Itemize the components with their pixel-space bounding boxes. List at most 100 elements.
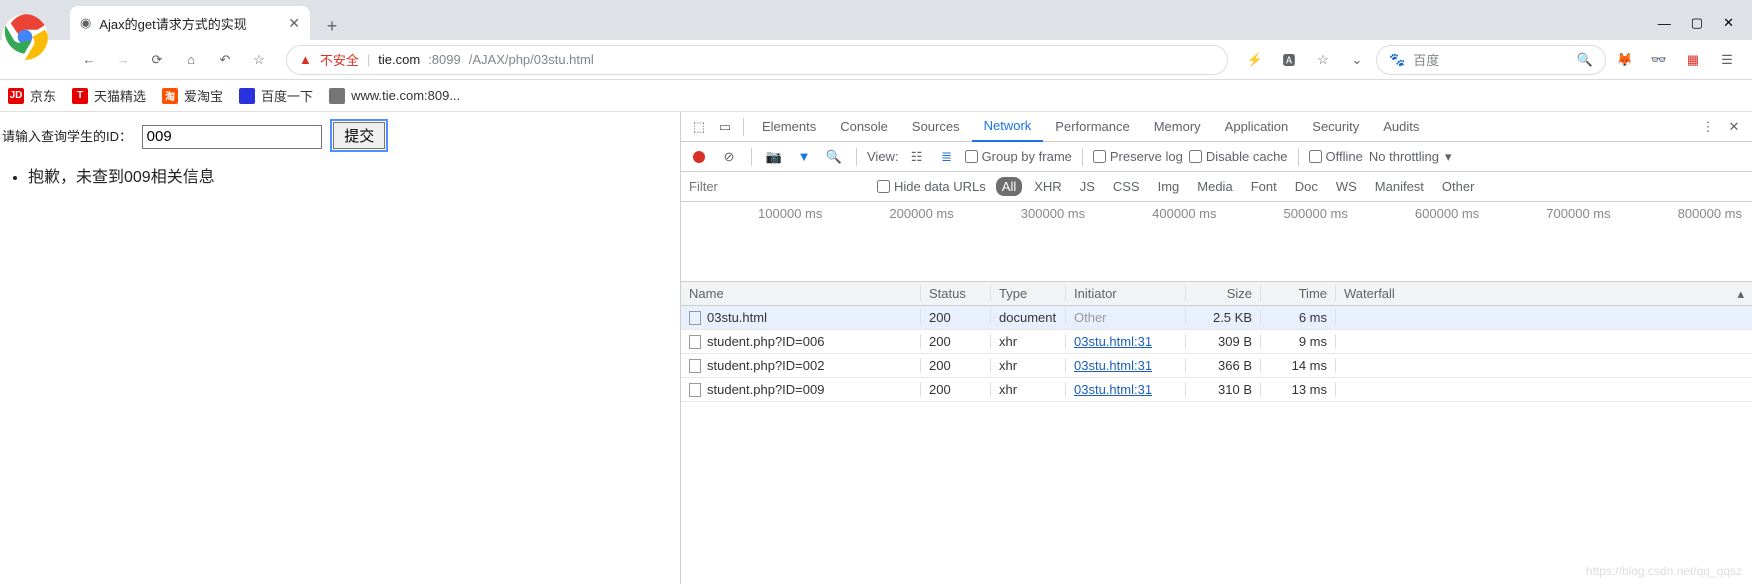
translate-icon[interactable]: 🅰 <box>1274 45 1304 75</box>
devtools-tab-sources[interactable]: Sources <box>900 112 972 142</box>
filter-type-ws[interactable]: WS <box>1330 177 1363 196</box>
filter-type-media[interactable]: Media <box>1191 177 1238 196</box>
camera-icon[interactable]: 📷 <box>762 145 786 169</box>
filter-type-css[interactable]: CSS <box>1107 177 1146 196</box>
table-row[interactable]: 03stu.html200documentOther2.5 KB6 ms <box>681 306 1752 330</box>
submit-button[interactable]: 提交 <box>333 122 385 149</box>
view-frame-icon[interactable]: ≣ <box>935 145 959 169</box>
table-row[interactable]: student.php?ID=009200xhr03stu.html:31310… <box>681 378 1752 402</box>
record-button[interactable] <box>687 145 711 169</box>
initiator-link[interactable]: 03stu.html:31 <box>1074 334 1152 349</box>
col-time[interactable]: Time <box>1261 286 1336 301</box>
request-name: student.php?ID=002 <box>707 358 824 373</box>
filter-input[interactable] <box>687 177 867 196</box>
search-icon[interactable]: 🔍 <box>1577 52 1593 68</box>
col-size[interactable]: Size <box>1186 286 1261 301</box>
bookmark-item[interactable]: 百度一下 <box>239 86 313 105</box>
globe-icon: ◉ <box>80 15 91 31</box>
size-cell: 2.5 KB <box>1186 310 1261 325</box>
throttling-select[interactable]: No throttling <box>1369 149 1439 164</box>
inspect-icon[interactable]: ⬚ <box>687 115 711 139</box>
preserve-log-checkbox[interactable]: Preserve log <box>1093 149 1183 164</box>
group-by-frame-checkbox[interactable]: Group by frame <box>965 149 1072 164</box>
filter-type-font[interactable]: Font <box>1245 177 1283 196</box>
filter-toggle-icon[interactable]: ▼ <box>792 145 816 169</box>
devtools-tab-performance[interactable]: Performance <box>1043 112 1141 142</box>
ext-icon-3[interactable]: ▦ <box>1678 52 1708 68</box>
filter-type-img[interactable]: Img <box>1152 177 1186 196</box>
sort-arrow-icon: ▴ <box>1737 286 1744 302</box>
bookmark-item[interactable]: T天猫精选 <box>72 86 146 105</box>
maximize-button[interactable]: ▢ <box>1691 15 1703 31</box>
col-type[interactable]: Type <box>991 286 1066 301</box>
chevron-down-icon[interactable]: ⌄ <box>1342 45 1372 75</box>
devtools-tab-console[interactable]: Console <box>828 112 900 142</box>
initiator-link[interactable]: 03stu.html:31 <box>1074 358 1152 373</box>
throttle-chevron-icon[interactable]: ▾ <box>1445 149 1452 165</box>
filter-type-js[interactable]: JS <box>1074 177 1101 196</box>
new-tab-button[interactable]: + <box>318 12 346 40</box>
devtools-tab-application[interactable]: Application <box>1213 112 1301 142</box>
result-message: 抱歉，未查到009相关信息 <box>28 163 680 187</box>
table-header: Name Status Type Initiator Size Time Wat… <box>681 282 1752 306</box>
bookmark-icon: JD <box>8 88 24 104</box>
forward-button[interactable]: → <box>108 45 138 75</box>
url-input[interactable]: ▲ 不安全 | tie.com:8099/AJAX/php/03stu.html <box>286 45 1228 75</box>
devtools-tab-memory[interactable]: Memory <box>1142 112 1213 142</box>
undo-nav-button[interactable]: ↶ <box>210 45 240 75</box>
search-icon[interactable]: 🔍 <box>822 145 846 169</box>
devtools-tab-security[interactable]: Security <box>1300 112 1371 142</box>
bookmark-label: 京东 <box>30 86 56 105</box>
filter-type-xhr[interactable]: XHR <box>1028 177 1067 196</box>
clear-button[interactable]: ⊘ <box>717 145 741 169</box>
filter-type-manifest[interactable]: Manifest <box>1369 177 1430 196</box>
view-list-icon[interactable]: ☷ <box>905 145 929 169</box>
back-button[interactable]: ← <box>74 45 104 75</box>
col-waterfall[interactable]: Waterfall▴ <box>1336 286 1752 301</box>
security-warning-icon: ▲ <box>299 52 312 67</box>
home-button[interactable]: ⌂ <box>176 45 206 75</box>
devtools-close-icon[interactable]: ✕ <box>1722 115 1746 139</box>
filter-type-all[interactable]: All <box>996 177 1022 196</box>
col-name[interactable]: Name <box>681 286 921 301</box>
bookmark-label: www.tie.com:809... <box>351 88 460 103</box>
close-window-button[interactable]: ✕ <box>1723 15 1734 31</box>
network-toolbar: ⊘ 📷 ▼ 🔍 View: ☷ ≣ Group by frame Preserv… <box>681 142 1752 172</box>
reload-button[interactable]: ⟳ <box>142 45 172 75</box>
table-row[interactable]: student.php?ID=002200xhr03stu.html:31366… <box>681 354 1752 378</box>
bookmark-star-icon[interactable]: ☆ <box>244 45 274 75</box>
initiator-text: Other <box>1074 310 1107 325</box>
devtools-tab-elements[interactable]: Elements <box>750 112 828 142</box>
col-status[interactable]: Status <box>921 286 991 301</box>
devtools-more-icon[interactable]: ⋮ <box>1696 115 1720 139</box>
filter-type-other[interactable]: Other <box>1436 177 1481 196</box>
col-initiator[interactable]: Initiator <box>1066 286 1186 301</box>
disable-cache-checkbox[interactable]: Disable cache <box>1189 149 1288 164</box>
minimize-button[interactable]: — <box>1658 16 1671 31</box>
ext-icon-2[interactable]: 👓 <box>1644 52 1674 68</box>
window-controls: — ▢ ✕ <box>1640 6 1752 40</box>
bookmark-item[interactable]: JD 京东 <box>8 86 56 105</box>
devtools-panel: ⬚ ▭ ElementsConsoleSourcesNetworkPerform… <box>680 112 1752 584</box>
table-row[interactable]: student.php?ID=006200xhr03stu.html:31309… <box>681 330 1752 354</box>
star-icon[interactable]: ☆ <box>1308 45 1338 75</box>
flash-icon[interactable]: ⚡ <box>1240 45 1270 75</box>
hide-data-urls-checkbox[interactable]: Hide data URLs <box>877 179 986 194</box>
filter-type-doc[interactable]: Doc <box>1289 177 1324 196</box>
timeline-tick: 700000 ms <box>1479 206 1610 221</box>
menu-icon[interactable]: ☰ <box>1712 52 1742 68</box>
ext-icon-1[interactable]: 🦊 <box>1610 52 1640 68</box>
search-engine-box[interactable]: 🐾 百度 🔍 <box>1376 45 1606 75</box>
tab-close-icon[interactable]: ✕ <box>288 15 300 32</box>
bookmark-item[interactable]: 淘爱淘宝 <box>162 86 223 105</box>
offline-checkbox[interactable]: Offline <box>1309 149 1363 164</box>
devtools-tab-network[interactable]: Network <box>972 112 1044 142</box>
student-id-input[interactable] <box>142 125 322 149</box>
network-timeline[interactable]: 100000 ms200000 ms300000 ms400000 ms5000… <box>681 202 1752 282</box>
devtools-tab-audits[interactable]: Audits <box>1371 112 1431 142</box>
browser-tab[interactable]: ◉ Ajax的get请求方式的实现 ✕ <box>70 6 310 40</box>
initiator-link[interactable]: 03stu.html:31 <box>1074 382 1152 397</box>
file-icon <box>689 335 701 349</box>
bookmark-item[interactable]: www.tie.com:809... <box>329 88 460 104</box>
device-toggle-icon[interactable]: ▭ <box>713 115 737 139</box>
